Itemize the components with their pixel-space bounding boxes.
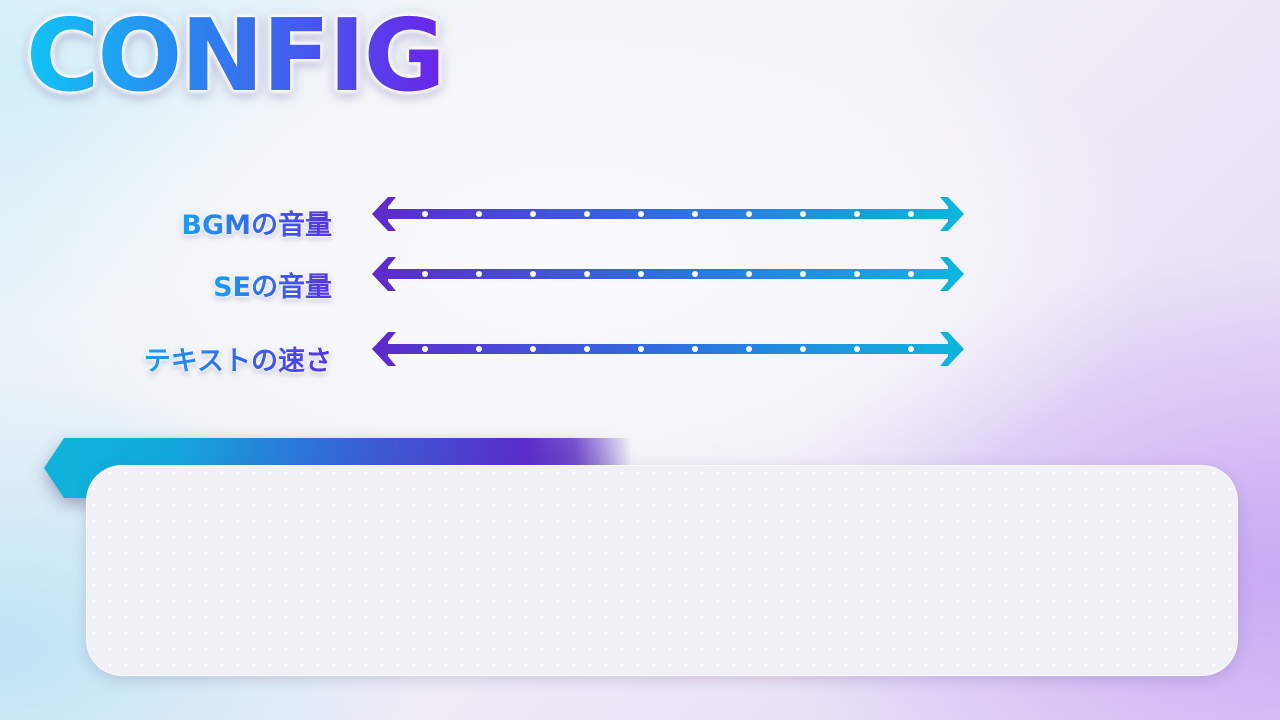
se-volume-slider[interactable] xyxy=(370,254,966,294)
slider-notch xyxy=(908,271,914,277)
slider-notch xyxy=(584,346,590,352)
slider-notch xyxy=(584,271,590,277)
slider-notch xyxy=(638,346,644,352)
slider-notch xyxy=(800,211,806,217)
se-volume-label: SEの音量 xyxy=(213,265,332,304)
slider-notch xyxy=(854,346,860,352)
slider-track xyxy=(384,209,952,219)
slider-notch xyxy=(746,271,752,277)
bgm-volume-slider[interactable] xyxy=(370,194,966,234)
slider-notch xyxy=(746,211,752,217)
text-speed-slider[interactable] xyxy=(370,329,966,369)
slider-track xyxy=(384,269,952,279)
slider-notch xyxy=(692,271,698,277)
slider-notch xyxy=(638,211,644,217)
slider-notch xyxy=(422,346,428,352)
slider-notch xyxy=(476,211,482,217)
slider-notch xyxy=(746,346,752,352)
bgm-volume-label: BGMの音量 xyxy=(181,203,332,242)
slider-notch xyxy=(908,346,914,352)
config-title: CONFIG xyxy=(26,0,446,114)
slider-notch xyxy=(476,271,482,277)
slider-notch xyxy=(476,346,482,352)
message-panel xyxy=(86,465,1238,676)
slider-notch xyxy=(854,271,860,277)
slider-notch xyxy=(854,211,860,217)
slider-notch xyxy=(422,271,428,277)
slider-notch xyxy=(638,271,644,277)
slider-notch xyxy=(692,211,698,217)
slider-notch xyxy=(530,211,536,217)
text-speed-label: テキストの速さ xyxy=(144,339,332,378)
slider-notch xyxy=(800,346,806,352)
slider-notch xyxy=(422,211,428,217)
slider-notch xyxy=(530,346,536,352)
slider-notch xyxy=(530,271,536,277)
slider-notch xyxy=(692,346,698,352)
slider-notch xyxy=(908,211,914,217)
slider-track xyxy=(384,344,952,354)
slider-notch xyxy=(800,271,806,277)
slider-notch xyxy=(584,211,590,217)
